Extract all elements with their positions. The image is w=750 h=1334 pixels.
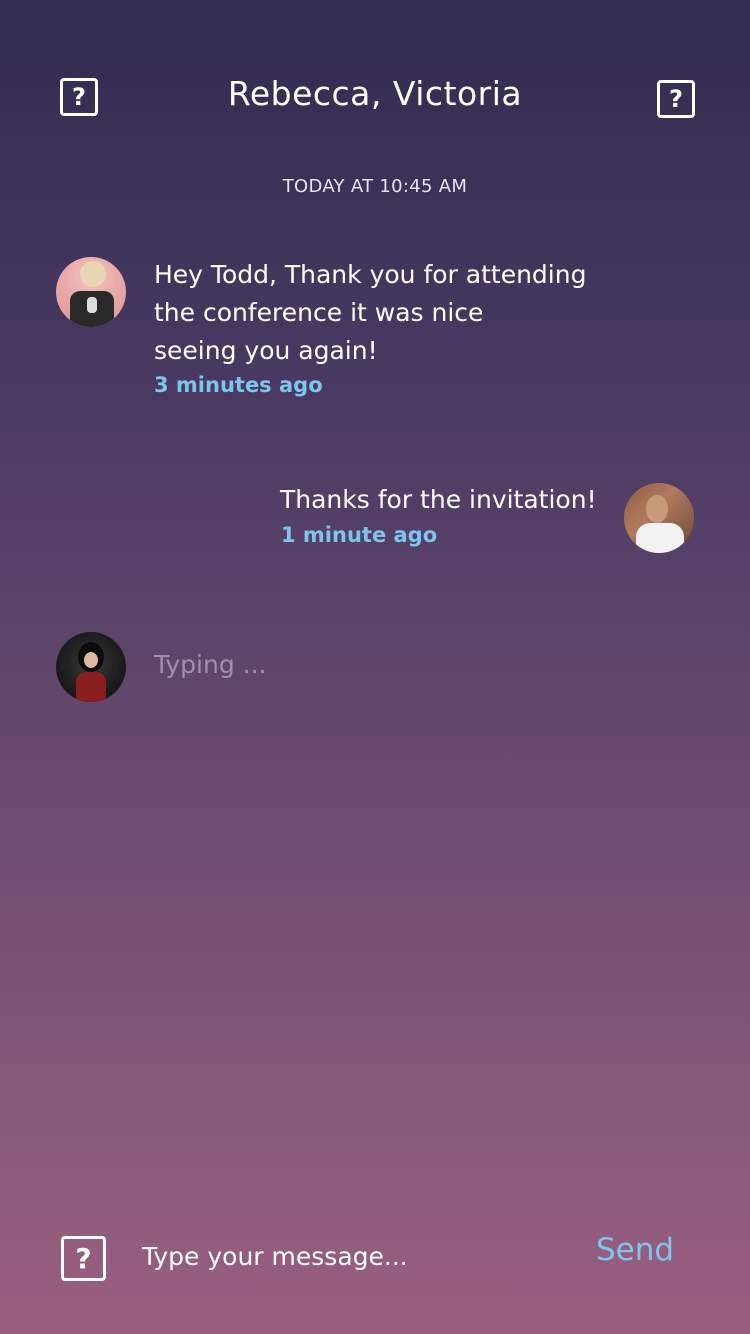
avatar[interactable] <box>56 257 126 327</box>
typing-indicator: Typing ... <box>154 650 267 679</box>
avatar[interactable] <box>56 632 126 702</box>
message-text: Thanks for the invitation! <box>280 485 597 514</box>
question-mark-icon[interactable]: ? <box>657 80 695 118</box>
message-timestamp: 3 minutes ago <box>154 373 323 397</box>
message-timestamp: 1 minute ago <box>281 523 438 547</box>
chat-screen: ? Rebecca, Victoria ? TODAY AT 10:45 AM … <box>0 0 750 1334</box>
question-mark-icon[interactable]: ? <box>60 78 98 116</box>
chat-title: Rebecca, Victoria <box>227 74 523 113</box>
message-input[interactable] <box>142 1236 562 1276</box>
send-button[interactable]: Send <box>596 1232 674 1268</box>
message-text: Hey Todd, Thank you for attending the co… <box>154 260 587 365</box>
avatar[interactable] <box>624 483 694 553</box>
date-separator: TODAY AT 10:45 AM <box>282 176 468 197</box>
question-mark-icon[interactable]: ? <box>61 1236 106 1281</box>
